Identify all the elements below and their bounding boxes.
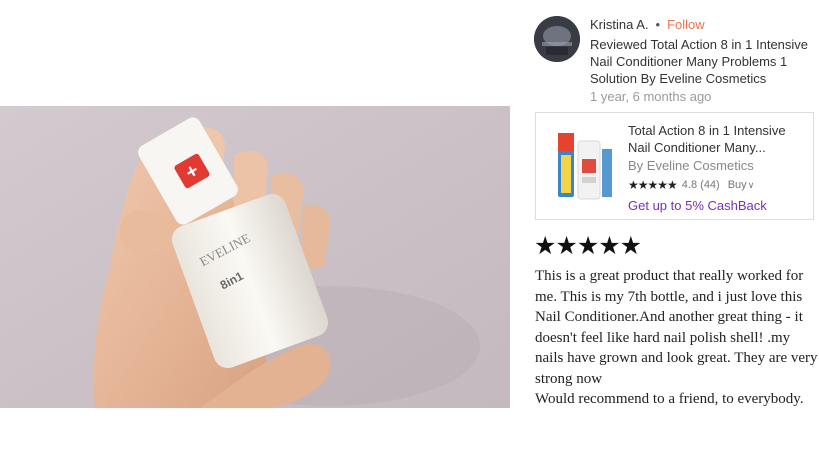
reviewed-prefix: Reviewed [590,37,648,52]
review-header: Kristina A. • Follow Reviewed Total Action… [590,16,815,106]
product-thumbnail[interactable] [544,119,619,207]
author-row: Kristina A. • Follow [590,16,815,34]
product-rating-value: 4.8 [681,179,698,191]
follow-button[interactable]: Follow [667,17,705,32]
author-name[interactable]: Kristina A. [590,17,649,32]
review-star-rating: ★★★★★ [534,232,642,260]
chevron-down-icon: ∨ [747,180,755,190]
review-photo-image: + EVELINE 8in1 [0,106,510,408]
reviewer-avatar[interactable] [534,16,580,62]
review-timestamp: 1 year, 6 months ago [590,89,712,104]
review-paragraph: This is a great product that really work… [535,268,818,387]
product-rating-stars: ★★★★★ [628,178,678,192]
review-photo[interactable]: + EVELINE 8in1 [0,106,510,408]
review-paragraph: Would recommend to a friend, to everybod… [535,391,804,407]
avatar-image [534,16,580,62]
product-rating-count: (44) [700,179,720,191]
product-card[interactable]: Total Action 8 in 1 Intensive Nail Condi… [535,112,814,220]
buy-label: Buy [727,179,747,191]
product-rating-row: ★★★★★ 4.8 (44) Buy∨ [628,178,810,192]
product-brand[interactable]: By Eveline Cosmetics [628,157,810,174]
separator-dot: • [655,17,661,32]
review-body: This is a great product that really work… [535,266,819,410]
product-info: Total Action 8 in 1 Intensive Nail Condi… [628,122,810,214]
product-title[interactable]: Total Action 8 in 1 Intensive Nail Condi… [628,122,810,156]
buy-dropdown[interactable]: Buy∨ [728,178,755,192]
cashback-link[interactable]: Get up to 5% CashBack [628,197,810,214]
reviewed-line: Reviewed Total Action 8 in 1 Intensive N… [590,36,815,87]
